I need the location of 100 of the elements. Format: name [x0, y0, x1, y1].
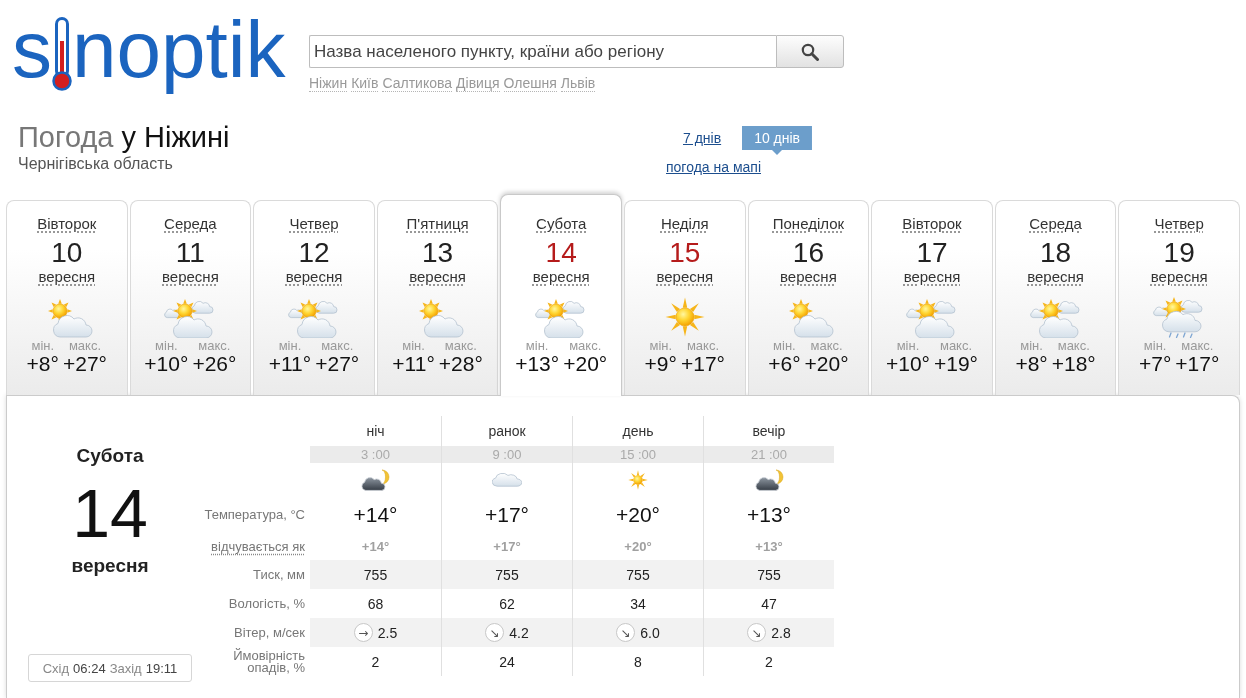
min-temperature: +8°	[26, 353, 59, 375]
max-label: макс.	[444, 338, 477, 353]
date-number: 16	[792, 238, 824, 268]
weekday-label: Субота	[536, 215, 587, 233]
max-label: макс.	[569, 338, 602, 353]
precipitation-value: 24	[441, 647, 572, 676]
min-label: мін.	[278, 338, 302, 353]
min-label: мін.	[402, 338, 425, 353]
pressure-value: 755	[441, 560, 572, 589]
max-temperature: +18°	[1051, 353, 1096, 375]
max-temperature: +19°	[934, 353, 978, 375]
map-link[interactable]: погода на мапі	[666, 159, 761, 175]
precipitation-value: 8	[572, 647, 703, 676]
column-header: ніч	[365, 422, 386, 441]
min-label: мін.	[896, 338, 920, 353]
logo-text[interactable]: noptik	[72, 5, 286, 94]
pressure-value: 755	[572, 560, 703, 589]
page-title: Погода у Ніжині	[18, 120, 230, 154]
sun-icon	[628, 470, 648, 490]
range-tab[interactable]: 7 днів	[683, 126, 722, 150]
wind-speed: 4.2	[509, 624, 529, 641]
min-label: мін.	[31, 338, 55, 353]
weekday-label: Неділя	[660, 215, 709, 233]
min-temperature: +9°	[644, 353, 677, 375]
min-label: мін.	[649, 338, 673, 353]
day-tab[interactable]: Неділя 15 вересня мін. +9° макс. +17°	[624, 200, 746, 395]
min-temperature: +10°	[144, 353, 189, 375]
day-tab[interactable]: Понеділок 16 вересня мін. +6° макс. +20°	[747, 200, 870, 395]
date-number: 10	[51, 238, 83, 268]
month-label: вересня	[780, 268, 837, 286]
max-temperature: +17°	[1175, 353, 1220, 375]
month-label: вересня	[1150, 268, 1208, 286]
row-label: Ймовірність опадів, %	[232, 649, 305, 674]
wind-speed: 2.8	[771, 624, 791, 641]
date-number: 14	[545, 238, 577, 268]
max-label: макс.	[1057, 338, 1090, 353]
min-temperature: +11°	[392, 353, 435, 375]
min-temperature: +13°	[515, 353, 560, 375]
logo-text[interactable]: s	[12, 5, 52, 94]
min-temperature: +7°	[1139, 353, 1172, 375]
min-temperature: +8°	[1015, 353, 1048, 375]
period-time: 21 :00	[703, 446, 834, 463]
weekday-label: Середа	[1029, 215, 1082, 233]
day-tab[interactable]: Середа 18 вересня мін. +8° макс. +18°	[994, 200, 1117, 395]
sunset-label: Захід	[109, 660, 142, 676]
weekday-label: Четвер	[1154, 215, 1204, 233]
min-temperature: +6°	[768, 353, 801, 375]
precipitation-value: 2	[703, 647, 834, 676]
min-label: мін.	[1020, 338, 1043, 353]
min-label: мін.	[525, 338, 549, 353]
day-tab[interactable]: П'ятниця 13 вересня мін. +11° макс. +28°	[376, 200, 499, 395]
day-tab[interactable]: Субота 14 вересня мін. +13° макс. +20°	[500, 194, 622, 396]
temperature-value: +14°	[352, 501, 399, 528]
day-tab[interactable]: Четвер 12 вересня мін. +11° макс. +27°	[253, 200, 375, 395]
row-label: відчувається як	[211, 538, 305, 554]
day-tab[interactable]: Вівторок 10 вересня мін. +8° макс. +27°	[6, 200, 128, 395]
day-tab[interactable]: Четвер 19 вересня мін. +7° макс. +17°	[1118, 200, 1240, 395]
max-label: макс.	[198, 338, 231, 353]
thermometer-icon[interactable]	[52, 17, 72, 91]
min-temperature: +10°	[885, 353, 930, 375]
feels-like-value: +14°	[360, 537, 391, 556]
weekday-label: Четвер	[289, 215, 339, 233]
row-label: Температура, °C	[204, 507, 305, 522]
day-tab[interactable]: Середа 11 вересня мін. +10° макс. +26°	[129, 200, 252, 395]
max-label: макс.	[939, 338, 973, 353]
date-number: 15	[669, 238, 701, 268]
min-label: мін.	[1143, 338, 1167, 353]
temperature-value: +13°	[703, 497, 834, 532]
max-temperature: +27°	[62, 353, 107, 375]
max-temperature: +26°	[192, 353, 237, 375]
sunrise-time: 06:24	[73, 660, 106, 676]
max-label: макс.	[810, 338, 843, 353]
period-time: 3 :00	[310, 446, 441, 463]
pressure-value: 755	[703, 560, 834, 589]
detail-date: 14	[72, 478, 148, 548]
month-label: вересня	[903, 268, 961, 286]
search-field[interactable]: Назва населеного пункту, країни або регіону	[309, 35, 776, 68]
month-label: вересня	[38, 268, 96, 286]
weekday-label: Середа	[164, 215, 217, 233]
temperature-value: +20°	[572, 497, 703, 532]
date-number: 12	[298, 238, 330, 268]
max-temperature: +17°	[680, 353, 725, 375]
weekday-label: П'ятниця	[406, 215, 469, 233]
day-tab[interactable]: Вівторок 17 вересня мін. +10° макс. +19°	[871, 200, 993, 395]
region-name: Чернігівська область	[18, 154, 173, 173]
weekday-label: Понеділок	[772, 215, 845, 233]
max-label: макс.	[321, 338, 354, 353]
row-label: Вітер, м/сек	[233, 625, 305, 640]
detail-weekday: Субота	[76, 445, 144, 467]
search-icon	[801, 42, 819, 61]
month-label: вересня	[1027, 268, 1084, 286]
month-label: вересня	[162, 268, 219, 286]
search-button[interactable]	[776, 35, 844, 68]
wind-speed: 2.5	[377, 624, 398, 641]
humidity-value: 68	[366, 594, 385, 614]
detail-month: вересня	[71, 555, 149, 577]
row-label: Вологість, %	[228, 596, 305, 611]
sunrise-label: Схід	[42, 660, 70, 676]
min-label: мін.	[155, 338, 178, 353]
month-label: вересня	[656, 268, 714, 286]
